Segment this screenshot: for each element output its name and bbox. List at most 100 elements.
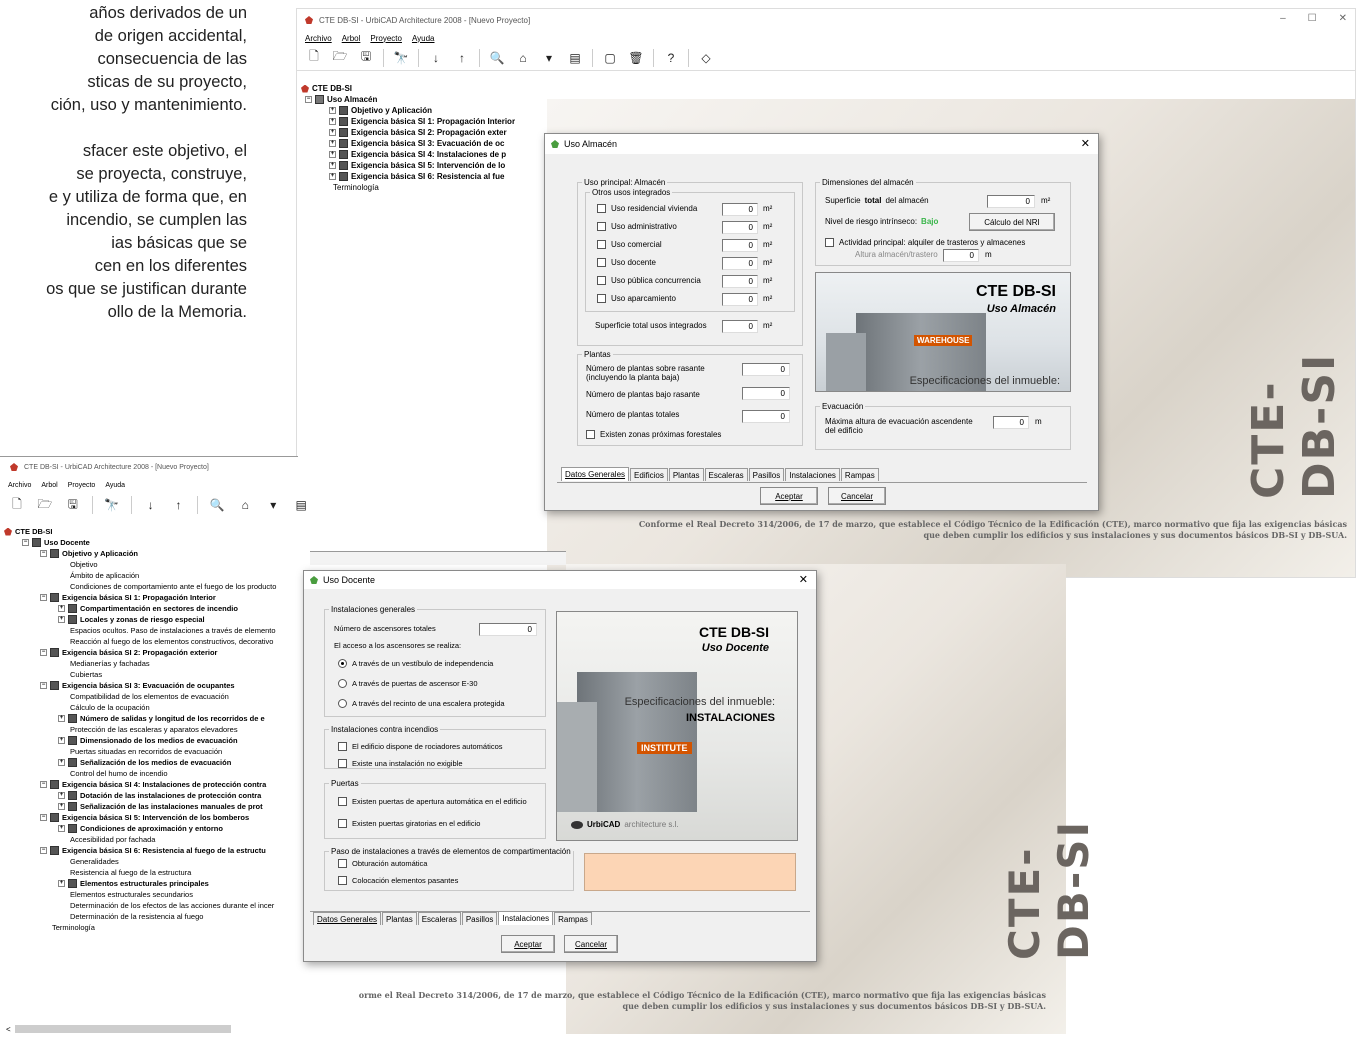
tab[interactable]: Instalaciones xyxy=(498,911,554,925)
expand-icon[interactable]: − xyxy=(40,594,47,601)
expand-icon[interactable]: − xyxy=(40,814,47,821)
uso-checkbox[interactable]: Uso comercial xyxy=(597,240,662,249)
tree-item[interactable]: Reacción al fuego de los elementos const… xyxy=(4,636,276,647)
close-icon[interactable]: ✕ xyxy=(1081,137,1090,150)
tree-item[interactable]: − Exigencia básica SI 4: Instalaciones de… xyxy=(4,779,276,790)
tree-item[interactable]: − Uso Docente xyxy=(4,537,276,548)
tree-item[interactable]: − Exigencia básica SI 3: Evacuación de oc… xyxy=(4,680,276,691)
document-icon[interactable]: ▤ xyxy=(292,496,310,514)
preview-icon[interactable]: 🔍 xyxy=(488,49,506,67)
uso-value-input[interactable]: 0 xyxy=(722,257,758,270)
tree-item[interactable]: + Exigencia básica SI 3: Evacuación de oc xyxy=(301,138,515,149)
expand-icon[interactable]: + xyxy=(58,825,65,832)
minimize-button[interactable]: – xyxy=(1280,13,1286,24)
tree-item[interactable]: Compatibilidad de los elementos de evacu… xyxy=(4,691,276,702)
tree-item[interactable]: + Compartimentación en sectores de incend… xyxy=(4,603,276,614)
tree-item[interactable]: + Señalización de los medios de evacuació… xyxy=(4,757,276,768)
open-folder-icon[interactable]: 🗁 xyxy=(331,49,349,67)
tree-item[interactable]: + Exigencia básica SI 2: Propagación exte… xyxy=(301,127,515,138)
tree-item[interactable]: Espacios ocultos. Paso de instalaciones … xyxy=(4,625,276,636)
expand-icon[interactable]: + xyxy=(329,107,336,114)
tab[interactable]: Instalaciones xyxy=(785,468,840,481)
tab[interactable]: Datos Generales xyxy=(561,467,630,481)
puerta-checkbox[interactable]: Existen puertas giratorias en el edifici… xyxy=(338,819,480,828)
tree-item[interactable]: Protección de las escaleras y aparatos e… xyxy=(4,724,276,735)
tree-item[interactable]: + Exigencia básica SI 5: Intervención de … xyxy=(301,160,515,171)
tab[interactable]: Plantas xyxy=(668,468,704,481)
tree-item[interactable]: Accesibilidad por fachada xyxy=(4,834,276,845)
help-icon[interactable]: ? xyxy=(662,49,680,67)
horizontal-scrollbar[interactable]: < > xyxy=(6,1024,310,1034)
actividad-checkbox[interactable]: Actividad principal: alquiler de traster… xyxy=(825,238,1025,247)
expand-icon[interactable]: + xyxy=(329,162,336,169)
menu-archivo[interactable]: Archivo xyxy=(305,34,332,43)
uso-value-input[interactable]: 0 xyxy=(722,221,758,234)
tree-item[interactable]: − Exigencia básica SI 2: Propagación exte… xyxy=(4,647,276,658)
menu-arbol-2[interactable]: Arbol xyxy=(41,482,57,489)
tree-item[interactable]: + Elementos estructurales principales xyxy=(4,878,276,889)
tree-item[interactable]: Resistencia al fuego de la estructura xyxy=(4,867,276,878)
tree-item[interactable]: + Exigencia básica SI 6: Resistencia al f… xyxy=(301,171,515,182)
home-icon[interactable]: ⌂ xyxy=(236,496,254,514)
tree-terminologia[interactable]: Terminología xyxy=(301,182,515,193)
save-icon[interactable]: 🖫 xyxy=(64,496,82,514)
sort-desc-icon[interactable]: ↑ xyxy=(170,496,188,514)
scroll-thumb[interactable] xyxy=(14,1025,232,1033)
tree-item[interactable]: + Número de salidas y longitud de los rec… xyxy=(4,713,276,724)
expand-icon[interactable]: − xyxy=(40,781,47,788)
open-folder-icon[interactable]: 🗁 xyxy=(36,496,54,514)
expand-icon[interactable]: + xyxy=(329,151,336,158)
uso-checkbox[interactable]: Uso administrativo xyxy=(597,222,677,231)
tree-item[interactable]: Determinación de la resistencia al fuego xyxy=(4,911,276,922)
expand-icon[interactable]: + xyxy=(329,173,336,180)
menu-proyecto[interactable]: Proyecto xyxy=(370,34,402,43)
tree-item[interactable]: − Objetivo y Aplicación xyxy=(4,548,276,559)
tree-item[interactable]: Cubiertas xyxy=(4,669,276,680)
expand-icon[interactable]: + xyxy=(329,140,336,147)
tree-item[interactable]: Determinación de los efectos de las acci… xyxy=(4,900,276,911)
new-file-icon[interactable]: 🗋 xyxy=(8,496,26,514)
tree-item[interactable]: Terminología xyxy=(4,922,276,933)
expand-icon[interactable]: − xyxy=(40,847,47,854)
ascensor-radio[interactable]: A través de un vestíbulo de independenci… xyxy=(338,659,493,668)
uso-checkbox[interactable]: Uso aparcamiento xyxy=(597,294,676,303)
expand-icon[interactable]: + xyxy=(329,118,336,125)
paso-checkbox[interactable]: Obturación automática xyxy=(338,859,427,868)
plantas-tot-input[interactable]: 0 xyxy=(742,410,790,423)
expand-icon[interactable]: + xyxy=(58,616,65,623)
expand-icon[interactable]: − xyxy=(40,682,47,689)
tree-item[interactable]: + Exigencia básica SI 4: Instalaciones de… xyxy=(301,149,515,160)
ascensor-radio[interactable]: A través del recinto de una escalera pro… xyxy=(338,699,505,708)
document-icon[interactable]: ▤ xyxy=(566,49,584,67)
plantas-sobre-input[interactable]: 0 xyxy=(742,363,790,376)
plantas-bajo-input[interactable]: 0 xyxy=(742,387,790,400)
accept-button-2[interactable]: Aceptar xyxy=(501,935,555,953)
expand-icon[interactable]: + xyxy=(58,792,65,799)
tab[interactable]: Rampas xyxy=(840,468,879,481)
export-icon[interactable]: ◇ xyxy=(697,49,715,67)
tab[interactable]: Rampas xyxy=(554,912,592,925)
tree-uso-almacen[interactable]: − Uso Almacén xyxy=(301,94,515,105)
expand-icon[interactable]: − xyxy=(40,649,47,656)
expand-icon[interactable]: + xyxy=(58,605,65,612)
menu-archivo-2[interactable]: Archivo xyxy=(8,482,31,489)
dropdown-arrow-icon[interactable]: ▾ xyxy=(540,49,558,67)
tree-item[interactable]: + Condiciones de aproximación y entorno xyxy=(4,823,276,834)
uso-value-input[interactable]: 0 xyxy=(722,239,758,252)
dropdown-arrow-icon[interactable]: ▾ xyxy=(264,496,282,514)
comment-icon[interactable]: ▢ xyxy=(601,49,619,67)
puerta-checkbox[interactable]: Existen puertas de apertura automática e… xyxy=(338,797,527,806)
tree-item[interactable]: Ámbito de aplicación xyxy=(4,570,276,581)
tree-item[interactable]: − Exigencia básica SI 6: Resistencia al f… xyxy=(4,845,276,856)
binoculars-icon[interactable]: 🔭 xyxy=(103,496,121,514)
num-ascensores-input[interactable]: 0 xyxy=(479,623,537,636)
maximize-button[interactable]: ☐ xyxy=(1308,13,1317,24)
sort-asc-icon[interactable]: ↓ xyxy=(427,49,445,67)
tree-item[interactable]: Condiciones de comportamiento ante el fu… xyxy=(4,581,276,592)
uso-value-input[interactable]: 0 xyxy=(722,203,758,216)
expand-icon[interactable]: + xyxy=(58,803,65,810)
tab[interactable]: Pasillos xyxy=(461,912,498,925)
tree-item[interactable]: + Objetivo y Aplicación xyxy=(301,105,515,116)
calculo-nri-button[interactable]: Cálculo del NRI xyxy=(969,213,1055,231)
cancel-button-2[interactable]: Cancelar xyxy=(564,935,618,953)
